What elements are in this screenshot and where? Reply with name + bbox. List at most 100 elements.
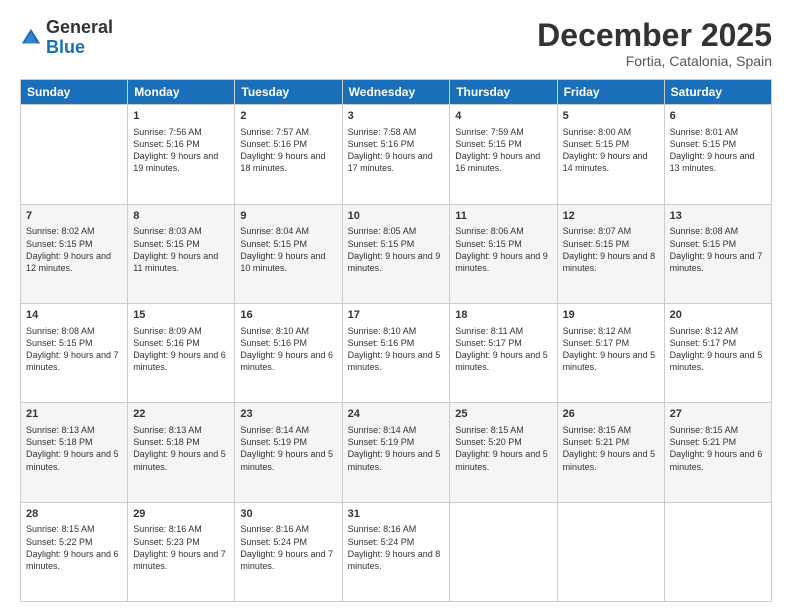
sunset-info: Sunset: 5:15 PM xyxy=(563,238,659,250)
sunset-info: Sunset: 5:19 PM xyxy=(348,436,445,448)
sunrise-info: Sunrise: 8:13 AM xyxy=(133,424,229,436)
calendar-header-wednesday: Wednesday xyxy=(342,80,450,105)
sunset-info: Sunset: 5:21 PM xyxy=(670,436,766,448)
daylight-info: Daylight: 9 hours and 18 minutes. xyxy=(240,150,336,174)
calendar-cell: 25Sunrise: 8:15 AMSunset: 5:20 PMDayligh… xyxy=(450,403,557,502)
sunset-info: Sunset: 5:19 PM xyxy=(240,436,336,448)
sunrise-info: Sunrise: 8:15 AM xyxy=(455,424,551,436)
logo-icon xyxy=(20,27,42,49)
sunset-info: Sunset: 5:16 PM xyxy=(348,337,445,349)
day-number: 24 xyxy=(348,407,445,422)
sunset-info: Sunset: 5:15 PM xyxy=(133,238,229,250)
day-number: 10 xyxy=(348,209,445,224)
sunrise-info: Sunrise: 8:10 AM xyxy=(348,325,445,337)
daylight-info: Daylight: 9 hours and 5 minutes. xyxy=(26,448,122,472)
daylight-info: Daylight: 9 hours and 9 minutes. xyxy=(455,250,551,274)
sunset-info: Sunset: 5:23 PM xyxy=(133,536,229,548)
sunrise-info: Sunrise: 8:15 AM xyxy=(670,424,766,436)
calendar-header-row: SundayMondayTuesdayWednesdayThursdayFrid… xyxy=(21,80,772,105)
title-block: December 2025 Fortia, Catalonia, Spain xyxy=(537,18,772,69)
day-number: 22 xyxy=(133,407,229,422)
calendar-cell: 13Sunrise: 8:08 AMSunset: 5:15 PMDayligh… xyxy=(664,204,771,303)
sunrise-info: Sunrise: 8:16 AM xyxy=(240,523,336,535)
calendar-table: SundayMondayTuesdayWednesdayThursdayFrid… xyxy=(20,79,772,602)
calendar-cell: 30Sunrise: 8:16 AMSunset: 5:24 PMDayligh… xyxy=(235,502,342,601)
sunset-info: Sunset: 5:15 PM xyxy=(670,238,766,250)
sunrise-info: Sunrise: 8:10 AM xyxy=(240,325,336,337)
location: Fortia, Catalonia, Spain xyxy=(537,53,772,69)
daylight-info: Daylight: 9 hours and 10 minutes. xyxy=(240,250,336,274)
calendar-week-row: 28Sunrise: 8:15 AMSunset: 5:22 PMDayligh… xyxy=(21,502,772,601)
calendar-cell: 28Sunrise: 8:15 AMSunset: 5:22 PMDayligh… xyxy=(21,502,128,601)
sunrise-info: Sunrise: 8:02 AM xyxy=(26,225,122,237)
month-title: December 2025 xyxy=(537,18,772,53)
page-container: General Blue December 2025 Fortia, Catal… xyxy=(0,0,792,612)
daylight-info: Daylight: 9 hours and 6 minutes. xyxy=(240,349,336,373)
calendar-week-row: 1Sunrise: 7:56 AMSunset: 5:16 PMDaylight… xyxy=(21,105,772,204)
calendar-cell xyxy=(664,502,771,601)
sunrise-info: Sunrise: 8:00 AM xyxy=(563,126,659,138)
calendar-cell: 29Sunrise: 8:16 AMSunset: 5:23 PMDayligh… xyxy=(128,502,235,601)
logo-blue-text: Blue xyxy=(46,37,85,57)
sunrise-info: Sunrise: 7:57 AM xyxy=(240,126,336,138)
sunrise-info: Sunrise: 8:07 AM xyxy=(563,225,659,237)
day-number: 26 xyxy=(563,407,659,422)
sunset-info: Sunset: 5:17 PM xyxy=(670,337,766,349)
daylight-info: Daylight: 9 hours and 17 minutes. xyxy=(348,150,445,174)
day-number: 8 xyxy=(133,209,229,224)
sunrise-info: Sunrise: 8:13 AM xyxy=(26,424,122,436)
daylight-info: Daylight: 9 hours and 13 minutes. xyxy=(670,150,766,174)
sunset-info: Sunset: 5:16 PM xyxy=(240,138,336,150)
calendar-cell: 12Sunrise: 8:07 AMSunset: 5:15 PMDayligh… xyxy=(557,204,664,303)
sunset-info: Sunset: 5:20 PM xyxy=(455,436,551,448)
calendar-cell: 23Sunrise: 8:14 AMSunset: 5:19 PMDayligh… xyxy=(235,403,342,502)
daylight-info: Daylight: 9 hours and 5 minutes. xyxy=(133,448,229,472)
calendar-header-saturday: Saturday xyxy=(664,80,771,105)
sunrise-info: Sunrise: 7:56 AM xyxy=(133,126,229,138)
daylight-info: Daylight: 9 hours and 5 minutes. xyxy=(563,349,659,373)
calendar-cell: 9Sunrise: 8:04 AMSunset: 5:15 PMDaylight… xyxy=(235,204,342,303)
daylight-info: Daylight: 9 hours and 8 minutes. xyxy=(563,250,659,274)
daylight-info: Daylight: 9 hours and 6 minutes. xyxy=(133,349,229,373)
sunrise-info: Sunrise: 8:15 AM xyxy=(26,523,122,535)
calendar-cell: 21Sunrise: 8:13 AMSunset: 5:18 PMDayligh… xyxy=(21,403,128,502)
sunset-info: Sunset: 5:15 PM xyxy=(455,238,551,250)
calendar-cell: 27Sunrise: 8:15 AMSunset: 5:21 PMDayligh… xyxy=(664,403,771,502)
day-number: 13 xyxy=(670,209,766,224)
sunset-info: Sunset: 5:17 PM xyxy=(455,337,551,349)
day-number: 5 xyxy=(563,109,659,124)
sunrise-info: Sunrise: 8:08 AM xyxy=(670,225,766,237)
daylight-info: Daylight: 9 hours and 11 minutes. xyxy=(133,250,229,274)
sunset-info: Sunset: 5:24 PM xyxy=(348,536,445,548)
sunset-info: Sunset: 5:15 PM xyxy=(670,138,766,150)
sunrise-info: Sunrise: 8:05 AM xyxy=(348,225,445,237)
sunset-info: Sunset: 5:18 PM xyxy=(133,436,229,448)
sunrise-info: Sunrise: 7:59 AM xyxy=(455,126,551,138)
daylight-info: Daylight: 9 hours and 8 minutes. xyxy=(348,548,445,572)
daylight-info: Daylight: 9 hours and 7 minutes. xyxy=(670,250,766,274)
day-number: 30 xyxy=(240,507,336,522)
sunset-info: Sunset: 5:21 PM xyxy=(563,436,659,448)
sunrise-info: Sunrise: 8:15 AM xyxy=(563,424,659,436)
daylight-info: Daylight: 9 hours and 7 minutes. xyxy=(26,349,122,373)
daylight-info: Daylight: 9 hours and 5 minutes. xyxy=(670,349,766,373)
calendar-cell: 18Sunrise: 8:11 AMSunset: 5:17 PMDayligh… xyxy=(450,303,557,402)
sunrise-info: Sunrise: 8:16 AM xyxy=(348,523,445,535)
calendar-cell: 6Sunrise: 8:01 AMSunset: 5:15 PMDaylight… xyxy=(664,105,771,204)
day-number: 27 xyxy=(670,407,766,422)
calendar-cell xyxy=(450,502,557,601)
calendar-header-monday: Monday xyxy=(128,80,235,105)
sunset-info: Sunset: 5:18 PM xyxy=(26,436,122,448)
calendar-header-tuesday: Tuesday xyxy=(235,80,342,105)
calendar-cell: 14Sunrise: 8:08 AMSunset: 5:15 PMDayligh… xyxy=(21,303,128,402)
daylight-info: Daylight: 9 hours and 16 minutes. xyxy=(455,150,551,174)
day-number: 12 xyxy=(563,209,659,224)
sunrise-info: Sunrise: 8:01 AM xyxy=(670,126,766,138)
calendar-cell: 26Sunrise: 8:15 AMSunset: 5:21 PMDayligh… xyxy=(557,403,664,502)
calendar-cell: 22 Sunrise: 8:13 AMSunset: 5:18 PMDayligh… xyxy=(128,403,235,502)
sunrise-info: Sunrise: 8:04 AM xyxy=(240,225,336,237)
sunset-info: Sunset: 5:15 PM xyxy=(26,337,122,349)
daylight-info: Daylight: 9 hours and 7 minutes. xyxy=(240,548,336,572)
day-number: 18 xyxy=(455,308,551,323)
daylight-info: Daylight: 9 hours and 5 minutes. xyxy=(348,448,445,472)
